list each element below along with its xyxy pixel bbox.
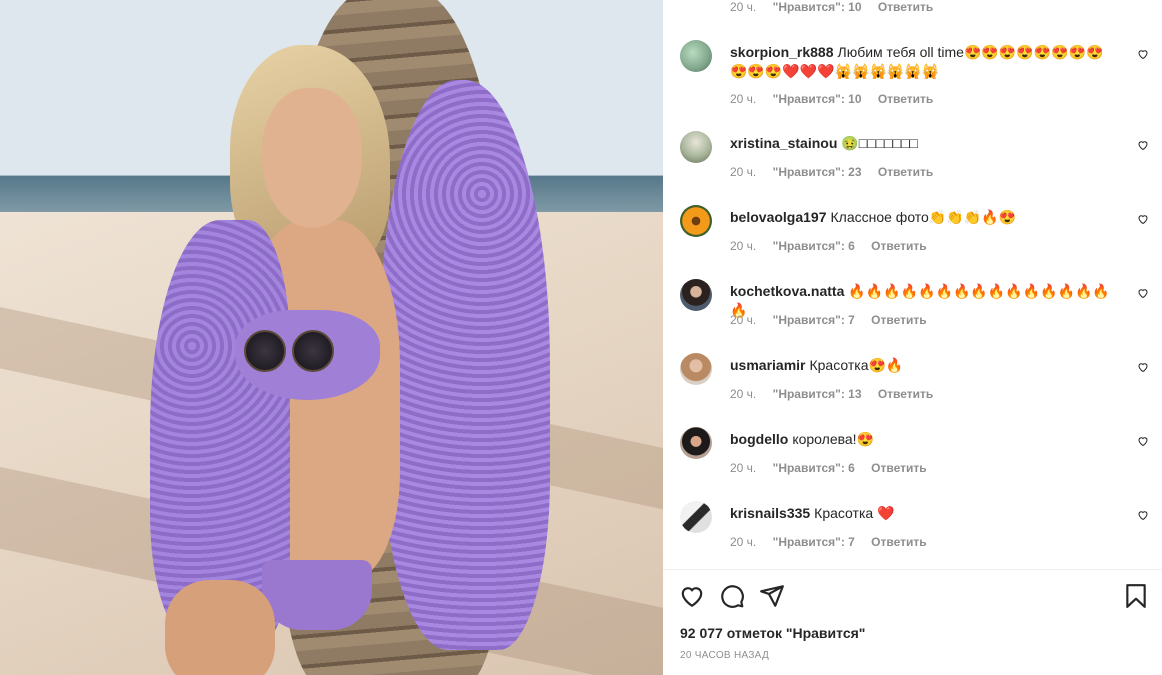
comment-text: krisnails335 Красотка ❤️	[730, 504, 1120, 523]
comment-body: Красотка ❤️	[814, 505, 895, 521]
comment-time: 20 ч.	[730, 239, 757, 253]
comment-username[interactable]: xristina_stainou	[730, 135, 837, 151]
reply-button[interactable]: Ответить	[871, 313, 926, 327]
reply-button[interactable]: Ответить	[878, 92, 933, 106]
comment-meta-partial: 20 ч. "Нравится": 10 Ответить	[730, 0, 946, 14]
comment-username[interactable]: krisnails335	[730, 505, 810, 521]
share-icon[interactable]	[759, 583, 785, 609]
comment-text: usmariamir Красотка😍🔥	[730, 356, 1120, 375]
reply-button[interactable]: Ответить	[878, 0, 933, 14]
comment-body: Красотка😍🔥	[809, 357, 904, 373]
comment-text: xristina_stainou 🤢□□□□□□□	[730, 134, 1120, 153]
divider	[663, 569, 1162, 570]
comment-body: Классное фото👏👏👏🔥😍	[830, 209, 1017, 225]
photo-face	[262, 88, 362, 228]
action-bar	[679, 583, 1149, 609]
avatar[interactable]	[680, 279, 712, 311]
comment-meta: 20 ч. "Нравится": 23 Ответить	[730, 165, 946, 179]
reply-button[interactable]: Ответить	[871, 461, 926, 475]
comment-username[interactable]: usmariamir	[730, 357, 805, 373]
comment-username[interactable]: bogdello	[730, 431, 788, 447]
avatar[interactable]	[680, 205, 712, 237]
comment-meta: 20 ч. "Нравится": 13 Ответить	[730, 387, 946, 401]
bookmark-icon[interactable]	[1123, 583, 1149, 609]
comment-time: 20 ч.	[730, 0, 757, 14]
reply-button[interactable]: Ответить	[871, 239, 926, 253]
comment-meta: 20 ч. "Нравится": 7 Ответить	[730, 535, 940, 549]
comment-meta: 20 ч. "Нравится": 6 Ответить	[730, 239, 940, 253]
comment-text: belovaolga197 Классное фото👏👏👏🔥😍	[730, 208, 1120, 227]
reply-button[interactable]: Ответить	[878, 165, 933, 179]
comment-item: bogdello королева!😍 20 ч. "Нравится": 6 О…	[663, 427, 1162, 501]
comment-time: 20 ч.	[730, 313, 757, 327]
comment-time: 20 ч.	[730, 387, 757, 401]
comment-meta: 20 ч. "Нравится": 7 Ответить	[730, 313, 940, 327]
heart-icon[interactable]	[1137, 361, 1149, 373]
comment-meta: 20 ч. "Нравится": 10 Ответить	[730, 92, 946, 106]
reply-button[interactable]: Ответить	[871, 535, 926, 549]
comment-item: krisnails335 Красотка ❤️ 20 ч. "Нравится"…	[663, 501, 1162, 575]
heart-icon[interactable]	[1137, 509, 1149, 521]
comments-panel[interactable]: 20 ч. "Нравится": 10 Ответить skorpion_r…	[663, 0, 1162, 675]
photo-robe	[380, 80, 550, 650]
photo-arm	[165, 580, 275, 675]
heart-icon[interactable]	[1137, 48, 1149, 60]
comment-likes[interactable]: "Нравится": 23	[773, 165, 862, 179]
comment-item: kochetkova.natta 🔥🔥🔥🔥🔥🔥🔥🔥🔥🔥🔥🔥🔥🔥🔥🔥 20 ч. "…	[663, 279, 1162, 353]
comment-username[interactable]: skorpion_rk888	[730, 44, 834, 60]
comment-text: bogdello королева!😍	[730, 430, 1120, 449]
comment-username[interactable]: belovaolga197	[730, 209, 827, 225]
heart-icon[interactable]	[1137, 435, 1149, 447]
comment-likes[interactable]: "Нравится": 10	[773, 0, 862, 14]
comment-likes[interactable]: "Нравится": 7	[773, 313, 855, 327]
avatar[interactable]	[680, 131, 712, 163]
comment-time: 20 ч.	[730, 92, 757, 106]
post-timestamp[interactable]: 20 ЧАСОВ НАЗАД	[680, 650, 769, 661]
comment-item: belovaolga197 Классное фото👏👏👏🔥😍 20 ч. "Н…	[663, 205, 1162, 279]
comment-time: 20 ч.	[730, 461, 757, 475]
heart-icon[interactable]	[679, 583, 705, 609]
comment-body: королева!😍	[792, 431, 875, 447]
comment-meta: 20 ч. "Нравится": 6 Ответить	[730, 461, 940, 475]
comment-likes[interactable]: "Нравится": 6	[773, 461, 855, 475]
likes-count[interactable]: 92 077 отметок "Нравится"	[680, 625, 865, 641]
comment-likes[interactable]: "Нравится": 6	[773, 239, 855, 253]
post-photo[interactable]	[0, 0, 663, 675]
comment-item: skorpion_rk888 Любим тебя oll time😍😍😍😍😍😍😍…	[663, 40, 1162, 114]
avatar[interactable]	[680, 353, 712, 385]
heart-icon[interactable]	[1137, 287, 1149, 299]
comment-item: xristina_stainou 🤢□□□□□□□ 20 ч. "Нравится…	[663, 131, 1162, 205]
comment-text: skorpion_rk888 Любим тебя oll time😍😍😍😍😍😍😍…	[730, 43, 1120, 81]
comment-time: 20 ч.	[730, 535, 757, 549]
avatar[interactable]	[680, 40, 712, 72]
comment-body: 🤢□□□□□□□	[841, 135, 918, 151]
comment-item: usmariamir Красотка😍🔥 20 ч. "Нравится": 1…	[663, 353, 1162, 427]
heart-icon[interactable]	[1137, 213, 1149, 225]
reply-button[interactable]: Ответить	[878, 387, 933, 401]
avatar[interactable]	[680, 427, 712, 459]
comment-username[interactable]: kochetkova.natta	[730, 283, 844, 299]
heart-icon[interactable]	[1137, 139, 1149, 151]
comment-icon[interactable]	[719, 583, 745, 609]
comment-time: 20 ч.	[730, 165, 757, 179]
avatar[interactable]	[680, 501, 712, 533]
photo-sunglasses	[244, 330, 334, 372]
comment-likes[interactable]: "Нравится": 13	[773, 387, 862, 401]
comment-likes[interactable]: "Нравится": 10	[773, 92, 862, 106]
comment-likes[interactable]: "Нравится": 7	[773, 535, 855, 549]
photo-swimsuit-bottom	[262, 560, 372, 630]
